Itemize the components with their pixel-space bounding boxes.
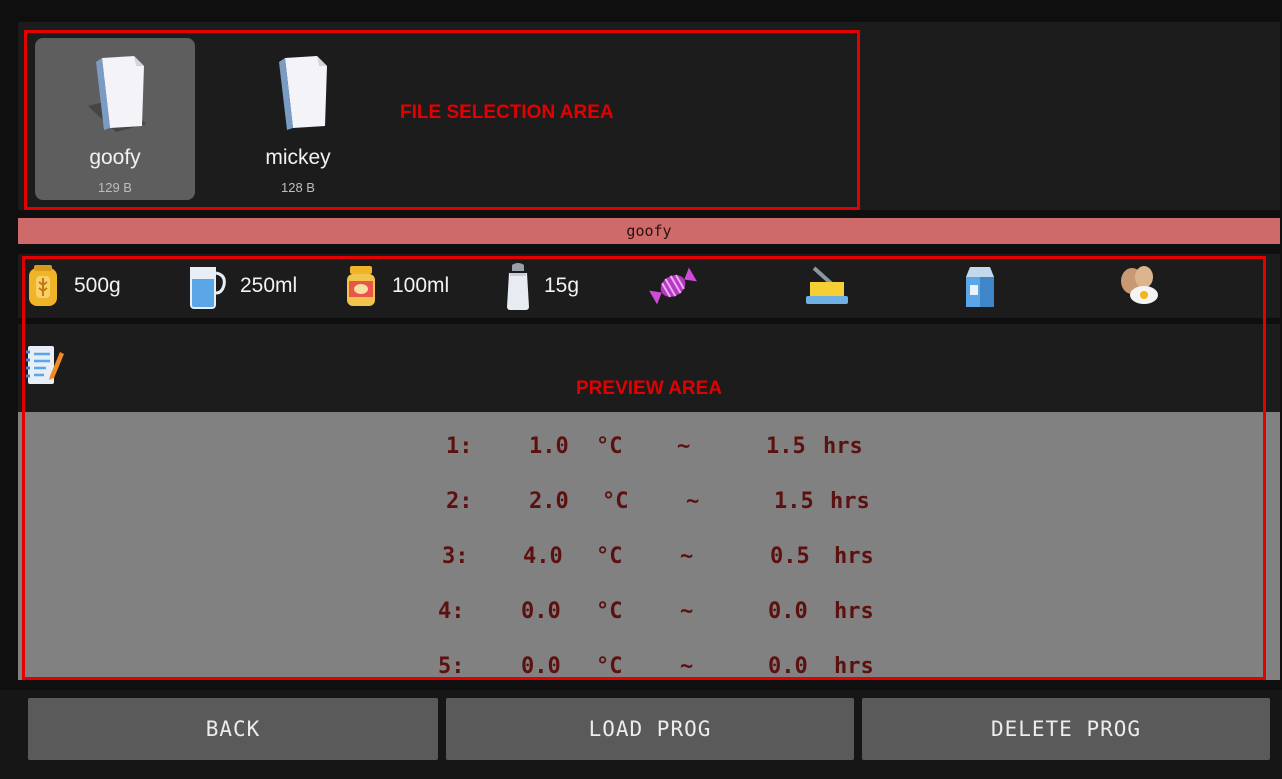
delete-program-button[interactable]: DELETE PROG	[862, 698, 1270, 760]
selected-file-bar: goofy	[18, 218, 1280, 244]
preview-annotation-box	[22, 256, 1266, 680]
load-program-button[interactable]: LOAD PROG	[446, 698, 854, 760]
back-button[interactable]: BACK	[28, 698, 438, 760]
file-selection-annotation-label: FILE SELECTION AREA	[400, 102, 614, 123]
preview-annotation-label: PREVIEW AREA	[576, 378, 723, 399]
